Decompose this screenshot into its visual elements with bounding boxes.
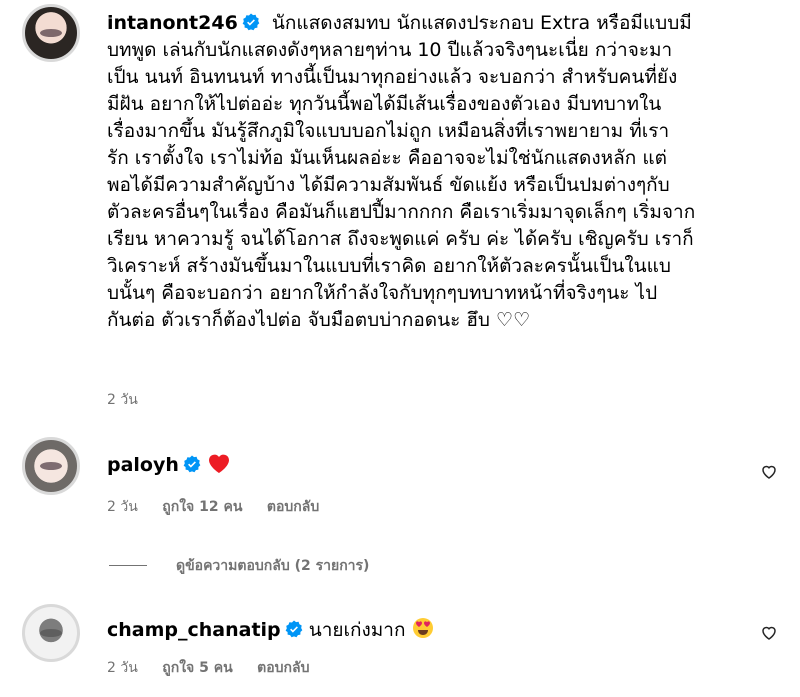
comment-line: บนั้นๆ คือจะบอกว่า อยากให้กำลังใจกับทุกๆ… (107, 282, 658, 304)
comment-line: เป็น นนท์ อินทนนท์ ทางนี้เป็นมาทุกอย่างแ… (107, 66, 678, 88)
comment-text-block: intanont246 นักแสดงสมทบ นักแสดงประกอบ Ex… (107, 10, 787, 334)
comment-text: นายเก่งมาก (308, 619, 406, 641)
avatar-intanont246[interactable] (22, 4, 80, 62)
comment-line: กันต่อ ตัวเราก็ต้องไปต่อ จับมือตบบ่ากอดน… (107, 309, 531, 331)
comment-line: บทพูด เล่นกับนักแสดงดังๆหลายๆท่าน 10 ปีแ… (107, 39, 673, 61)
comment-paloyh: paloyh (107, 452, 231, 479)
username-paloyh[interactable]: paloyh (107, 454, 179, 476)
reply-button[interactable]: ตอบกลับ (267, 499, 319, 515)
avatar-paloyh[interactable] (22, 437, 80, 495)
comment-likes[interactable]: ถูกใจ 12 คน (162, 499, 242, 515)
like-heart-icon[interactable] (760, 463, 778, 481)
red-heart-emoji (208, 454, 229, 473)
comment-time: 2 วัน (107, 392, 138, 408)
verified-badge-icon (183, 455, 201, 473)
comment-time: 2 วัน (107, 660, 138, 676)
comment-champ-chanatip: champ_chanatip นายเก่งมาก (107, 617, 434, 644)
comment-line: วิเคราะห์ สร้างมันขึ้นมาในแบบที่เราคิด อ… (107, 255, 671, 277)
username-intanont246[interactable]: intanont246 (107, 12, 238, 34)
heart-eyes-emoji (412, 618, 433, 638)
avatar-champ-chanatip[interactable] (22, 604, 80, 662)
like-heart-icon[interactable] (760, 624, 778, 642)
verified-badge-icon (242, 13, 260, 31)
reply-button[interactable]: ตอบกลับ (257, 660, 309, 676)
comment-line: ตัวละครอื่นๆในเรื่อง คือมันก็แฮปปี้มากกก… (107, 201, 696, 223)
view-replies-button[interactable]: ดูข้อความตอบกลับ (2 รายการ) (176, 555, 369, 577)
comment-meta: 2 วัน ถูกใจ 12 คน ตอบกลับ (107, 496, 339, 518)
comment-likes[interactable]: ถูกใจ 5 คน (162, 660, 232, 676)
username-champ-chanatip[interactable]: champ_chanatip (107, 619, 281, 641)
comment-line: มีฝัน อยากให้ไปต่ออ่ะ ทุกวันนี้พอได้มีเส… (107, 93, 662, 115)
comment-line: เรียน หาความรู้ จนได้โอกาส ถึงจะพูดแค่ ค… (107, 228, 694, 250)
comment-time: 2 วัน (107, 499, 138, 515)
comment-line: รัก เราตั้งใจ เราไม่ท้อ มันเห็นผลอ่ะะ คื… (107, 147, 667, 169)
comment-line: พอได้มีความสำคัญบ้าง ได้มีความสัมพันธ์ ข… (107, 174, 670, 196)
verified-badge-icon (285, 620, 302, 638)
comment-meta: 2 วัน (107, 389, 158, 411)
comment-line: นักแสดงสมทบ นักแสดงประกอบ Extra หรือมีแบ… (271, 12, 692, 34)
comment-meta: 2 วัน ถูกใจ 5 คน ตอบกลับ (107, 657, 329, 679)
comment-line: เรื่องมากขึ้น มันรู้สึกภูมิใจแบบบอกไม่ถู… (107, 120, 670, 142)
replies-divider (109, 565, 147, 566)
